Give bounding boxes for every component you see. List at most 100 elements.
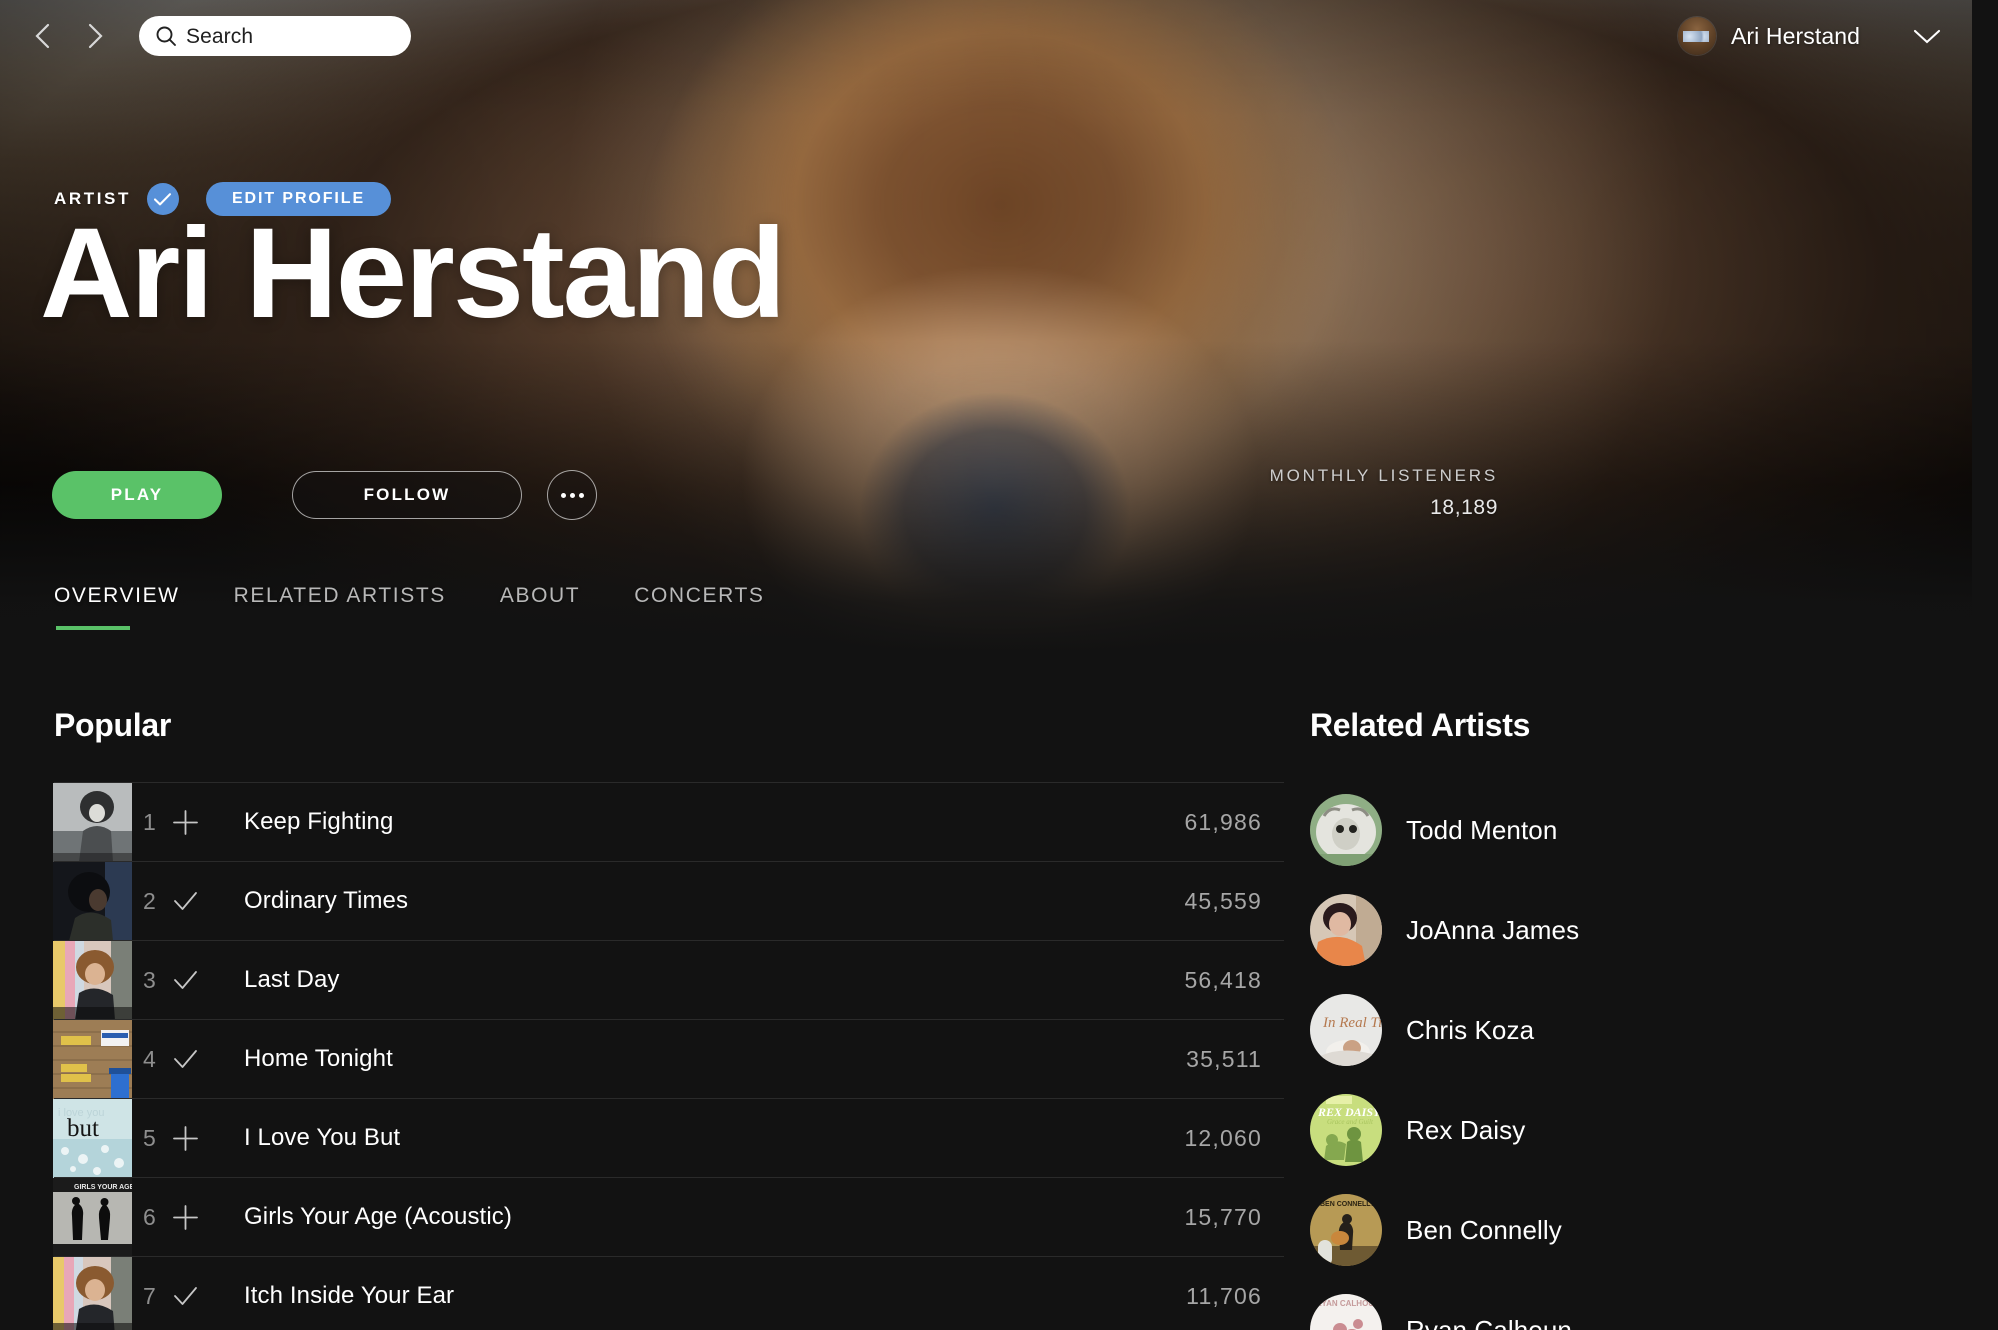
avatar bbox=[1310, 894, 1382, 966]
saved-track-indicator[interactable] bbox=[172, 1046, 244, 1073]
track-title: Ordinary Times bbox=[244, 887, 409, 914]
ellipsis-icon bbox=[560, 492, 566, 498]
ellipsis-icon bbox=[569, 492, 575, 498]
related-artists-section: Related Artists Todd Menton JoAnna James… bbox=[1310, 707, 1870, 1330]
right-edge-gutter bbox=[1972, 0, 1998, 1330]
avatar: In Real Time bbox=[1310, 994, 1382, 1066]
related-artist-name: Ryan Calhoun bbox=[1406, 1314, 1572, 1330]
list-item[interactable]: Todd Menton bbox=[1310, 780, 1870, 880]
check-icon bbox=[174, 891, 197, 910]
svg-text:Grace and Guilt: Grace and Guilt bbox=[1327, 1118, 1374, 1126]
svg-text:GIRLS YOUR AGE: GIRLS YOUR AGE bbox=[74, 1184, 132, 1191]
album-art bbox=[53, 862, 132, 941]
table-row[interactable]: 3 Last Day 56,418 bbox=[53, 940, 1284, 1020]
monthly-listeners: MONTHLY LISTENERS 18,189 bbox=[1198, 466, 1498, 520]
top-navigation-bar: Search Ari Herstand bbox=[0, 0, 1972, 72]
track-play-count: 12,060 bbox=[1184, 1124, 1262, 1151]
hero-content: ARTIST EDIT PROFILE Ari Herstand PLAY FO… bbox=[0, 0, 1972, 655]
artist-tabs: OVERVIEW RELATED ARTISTS ABOUT CONCERTS bbox=[54, 584, 819, 630]
related-artists-list: Todd Menton JoAnna James In Real Ti Chri… bbox=[1310, 780, 1870, 1330]
related-artist-name: Todd Menton bbox=[1406, 814, 1558, 845]
track-title: Home Tonight bbox=[244, 1045, 393, 1072]
main-content: Popular 1 Keep Fighting 61,986 2 Ordinar… bbox=[0, 655, 1972, 1330]
table-row[interactable]: 7 Itch Inside Your Ear 11,706 bbox=[53, 1256, 1284, 1330]
avatar: BEN CONNELLY bbox=[1310, 1194, 1382, 1266]
track-play-count: 35,511 bbox=[1186, 1045, 1262, 1072]
popular-section: Popular 1 Keep Fighting 61,986 2 Ordinar… bbox=[53, 707, 1284, 1330]
tab-overview[interactable]: OVERVIEW bbox=[54, 584, 180, 630]
list-item[interactable]: In Real Time Chris Koza bbox=[1310, 980, 1870, 1080]
add-track-button[interactable] bbox=[172, 1204, 244, 1231]
album-art: GIRLS YOUR AGE bbox=[53, 1178, 132, 1257]
plus-icon bbox=[173, 1204, 198, 1230]
related-artist-name: Ben Connelly bbox=[1406, 1214, 1562, 1245]
artist-actions: PLAY FOLLOW bbox=[52, 470, 597, 520]
svg-text:RYAN CALHOUN: RYAN CALHOUN bbox=[1316, 1299, 1380, 1308]
avatar: REX DAISY Grace and Guilt bbox=[1310, 1094, 1382, 1166]
album-art bbox=[53, 941, 132, 1020]
related-artist-name: Chris Koza bbox=[1406, 1014, 1535, 1045]
monthly-listeners-label: MONTHLY LISTENERS bbox=[1269, 466, 1498, 485]
list-item[interactable]: REX DAISY Grace and Guilt Rex Daisy bbox=[1310, 1080, 1870, 1180]
history-navigation bbox=[28, 21, 110, 51]
saved-track-indicator[interactable] bbox=[172, 1283, 244, 1310]
play-button[interactable]: PLAY bbox=[52, 471, 222, 519]
related-artist-name: Rex Daisy bbox=[1406, 1114, 1526, 1145]
tab-about[interactable]: ABOUT bbox=[500, 584, 580, 630]
search-placeholder: Search bbox=[186, 24, 254, 48]
saved-track-indicator[interactable] bbox=[172, 888, 244, 915]
list-item[interactable]: RYAN CALHOUN Ryan Calhoun bbox=[1310, 1280, 1870, 1330]
avatar bbox=[1677, 17, 1716, 55]
svg-text:REX DAISY: REX DAISY bbox=[1317, 1105, 1382, 1119]
album-art: i love you but bbox=[53, 1099, 132, 1178]
follow-button[interactable]: FOLLOW bbox=[292, 471, 522, 519]
chevron-down-icon[interactable] bbox=[1912, 27, 1942, 45]
forward-button[interactable] bbox=[80, 21, 110, 51]
avatar: RYAN CALHOUN bbox=[1310, 1294, 1382, 1330]
popular-heading: Popular bbox=[54, 707, 172, 743]
plus-icon bbox=[173, 809, 198, 835]
svg-text:In Real Time: In Real Time bbox=[1322, 1015, 1382, 1031]
track-title: I Love You But bbox=[244, 1124, 401, 1151]
plus-icon bbox=[173, 1125, 198, 1151]
table-row[interactable]: 2 Ordinary Times 45,559 bbox=[53, 861, 1284, 941]
table-row[interactable]: 4 Home Tonight 35,511 bbox=[53, 1019, 1284, 1099]
list-item[interactable]: BEN CONNELLY Ben Connelly bbox=[1310, 1180, 1870, 1280]
back-button[interactable] bbox=[28, 21, 58, 51]
table-row[interactable]: 1 Keep Fighting 61,986 bbox=[53, 782, 1284, 862]
add-track-button[interactable] bbox=[172, 809, 244, 836]
track-play-count: 56,418 bbox=[1184, 966, 1262, 993]
track-play-count: 11,706 bbox=[1186, 1282, 1262, 1309]
page-title: Ari Herstand bbox=[40, 202, 786, 345]
search-input[interactable]: Search bbox=[139, 16, 411, 56]
tab-related-artists[interactable]: RELATED ARTISTS bbox=[234, 584, 446, 630]
search-icon bbox=[156, 26, 176, 46]
check-icon bbox=[174, 1049, 197, 1068]
track-play-count: 61,986 bbox=[1184, 808, 1262, 835]
svg-text:BEN CONNELLY: BEN CONNELLY bbox=[1320, 1201, 1375, 1208]
svg-text:but: but bbox=[67, 1115, 99, 1142]
track-title: Girls Your Age (Acoustic) bbox=[244, 1203, 512, 1230]
check-icon bbox=[174, 1286, 197, 1305]
related-artists-heading: Related Artists bbox=[1310, 707, 1531, 743]
table-row[interactable]: GIRLS YOUR AGE 6 Girls Your Age (Acousti… bbox=[53, 1177, 1284, 1257]
track-play-count: 45,559 bbox=[1184, 887, 1262, 914]
list-item[interactable]: JoAnna James bbox=[1310, 880, 1870, 980]
monthly-listeners-value: 18,189 bbox=[1430, 496, 1498, 519]
user-name: Ari Herstand bbox=[1730, 22, 1860, 49]
track-play-count: 15,770 bbox=[1184, 1203, 1262, 1230]
saved-track-indicator[interactable] bbox=[172, 967, 244, 994]
table-row[interactable]: i love you but 5 I Love You But 12,060 bbox=[53, 1098, 1284, 1178]
more-options-button[interactable] bbox=[547, 470, 597, 520]
related-artist-name: JoAnna James bbox=[1406, 914, 1580, 945]
spotify-artist-page: Search Ari Herstand ARTIST EDIT PROFILE … bbox=[0, 0, 1998, 1330]
tab-concerts[interactable]: CONCERTS bbox=[634, 584, 764, 630]
add-track-button[interactable] bbox=[172, 1125, 244, 1152]
album-art bbox=[53, 783, 132, 862]
avatar bbox=[1310, 794, 1382, 866]
user-menu[interactable]: Ari Herstand bbox=[1677, 17, 1942, 55]
album-art bbox=[53, 1020, 132, 1099]
track-title: Last Day bbox=[244, 966, 340, 993]
check-icon bbox=[174, 970, 197, 989]
album-art bbox=[53, 1257, 132, 1330]
